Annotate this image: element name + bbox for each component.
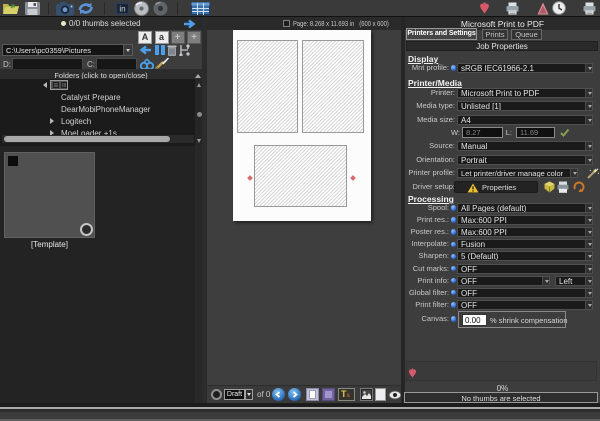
svg-text:in: in (119, 5, 125, 14)
